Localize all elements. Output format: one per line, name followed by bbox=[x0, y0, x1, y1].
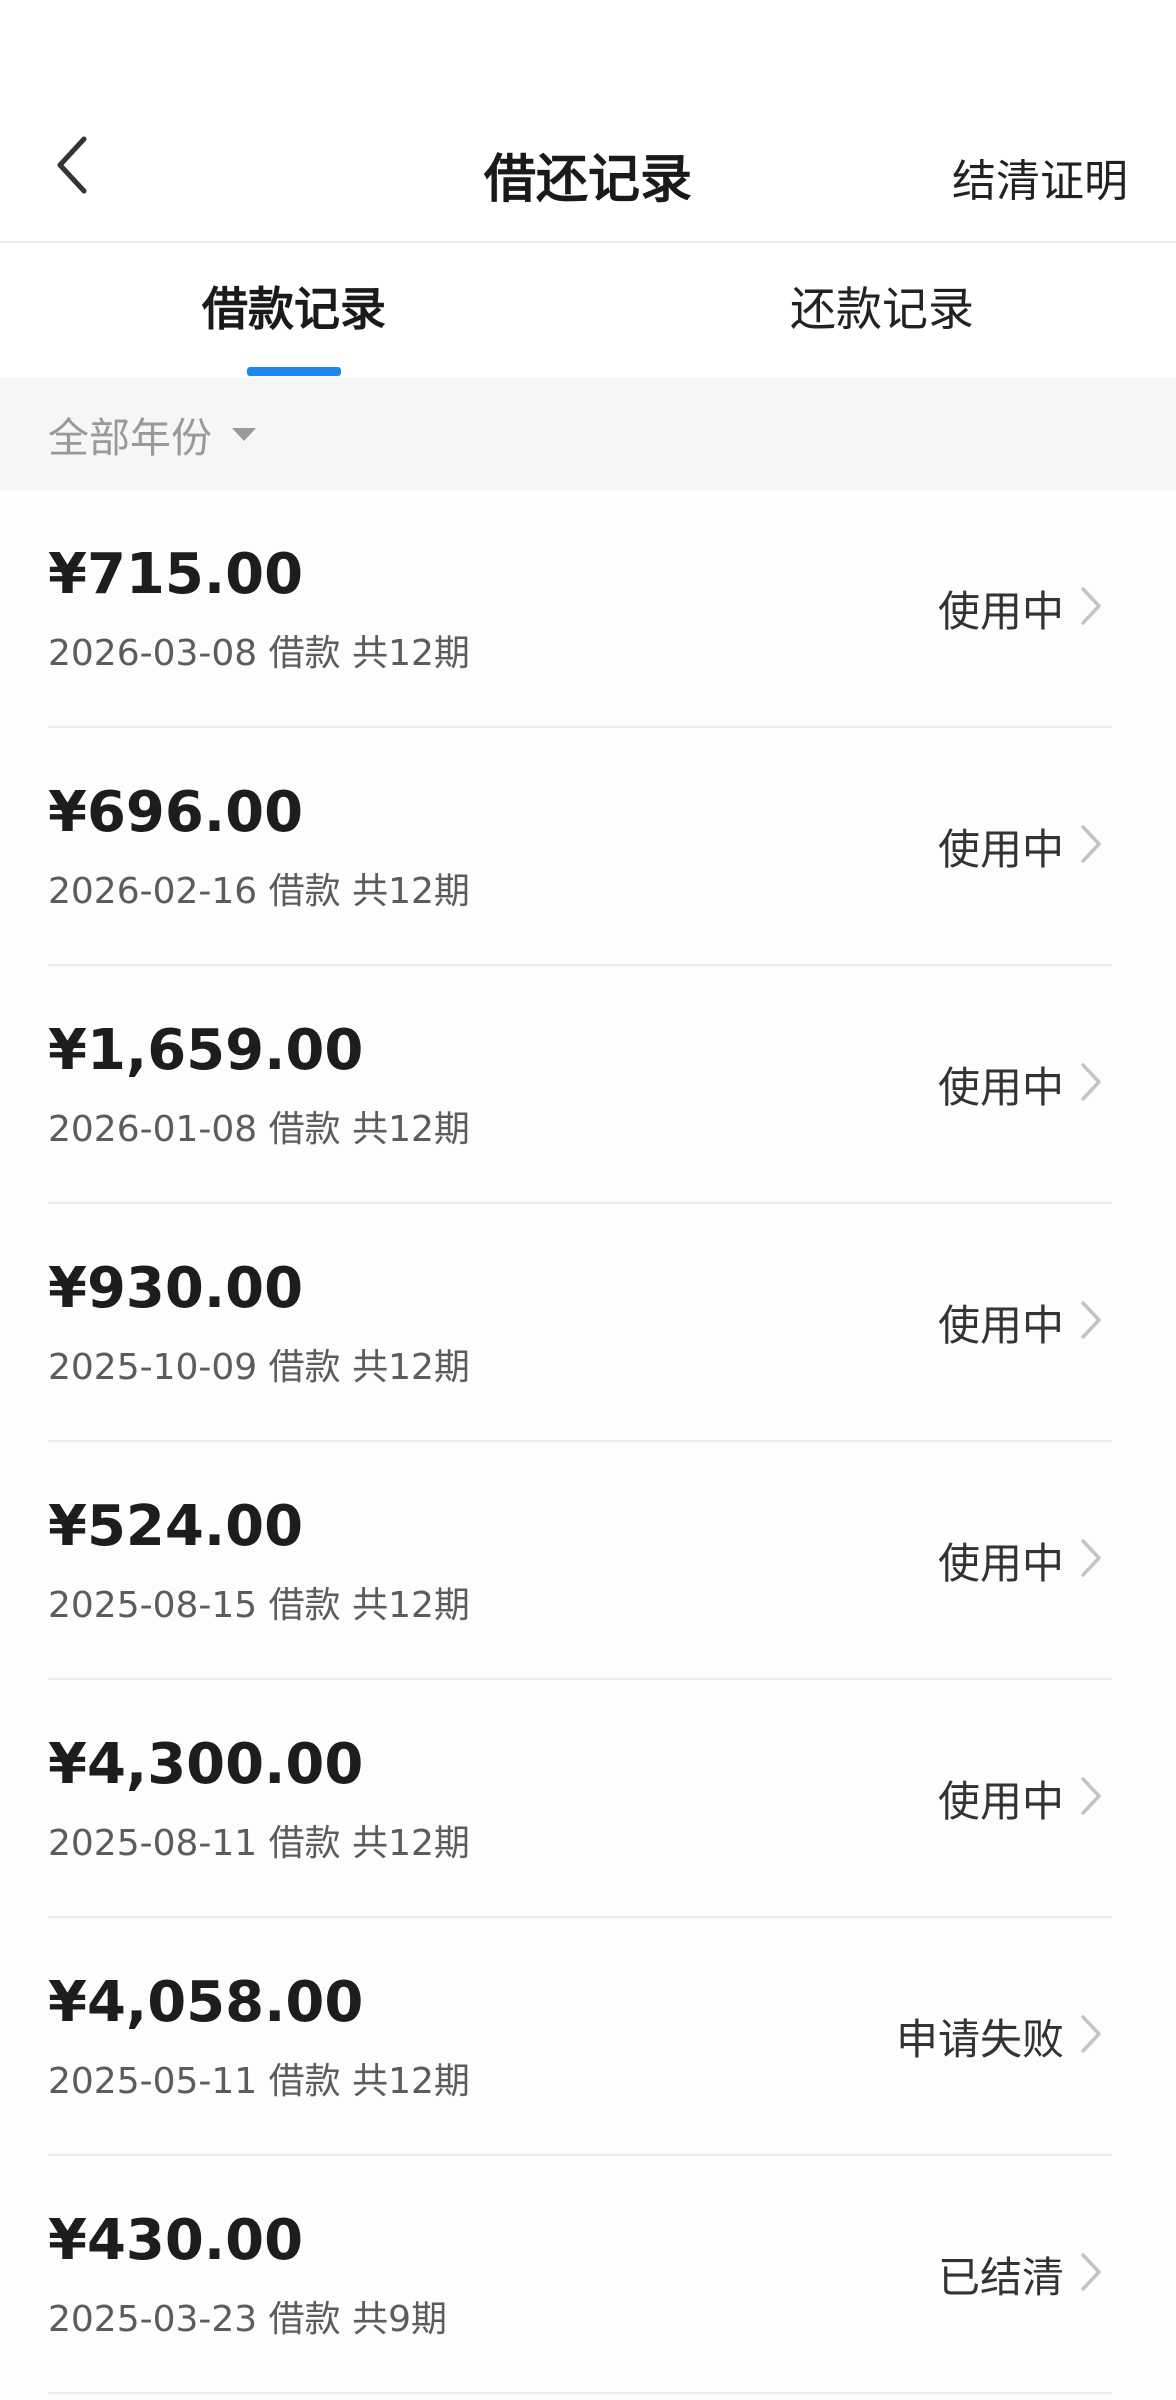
loan-details: 2026-01-08 借款 共12期 bbox=[48, 1109, 470, 1150]
tab-loan-records[interactable]: 借款记录 bbox=[0, 243, 588, 378]
loan-amount: ¥4,300.00 bbox=[48, 1732, 364, 1797]
chevron-right-icon bbox=[1076, 822, 1106, 866]
active-tab-indicator bbox=[247, 367, 341, 376]
chevron-right-icon bbox=[1076, 2250, 1106, 2294]
loan-details: 2025-08-15 借款 共12期 bbox=[48, 1585, 470, 1626]
loan-details: 2026-03-08 借款 共12期 bbox=[48, 633, 470, 674]
loan-status: 使用中 bbox=[937, 825, 1064, 874]
chevron-right-icon bbox=[1076, 1060, 1106, 1104]
loan-record-row[interactable]: ¥4,300.00 2025-08-11 借款 共12期 使用中 bbox=[48, 1680, 1112, 1918]
year-filter-label: 全部年份 bbox=[48, 414, 212, 462]
back-button[interactable] bbox=[42, 135, 102, 195]
loan-amount: ¥696.00 bbox=[48, 780, 304, 845]
loan-details: 2025-08-11 借款 共12期 bbox=[48, 1823, 470, 1864]
loan-amount: ¥524.00 bbox=[48, 1494, 304, 1559]
loan-status: 使用中 bbox=[937, 587, 1064, 636]
chevron-right-icon bbox=[1076, 1536, 1106, 1580]
loan-status: 已结清 bbox=[937, 2253, 1064, 2302]
status-bar bbox=[0, 0, 1176, 95]
loan-record-row[interactable]: ¥696.00 2026-02-16 借款 共12期 使用中 bbox=[48, 728, 1112, 966]
loan-status: 申请失败 bbox=[895, 2015, 1064, 2064]
tab-label: 借款记录 bbox=[202, 282, 386, 336]
loan-amount: ¥4,058.00 bbox=[48, 1970, 364, 2035]
caret-down-icon bbox=[232, 427, 256, 441]
loan-details: 2025-05-11 借款 共12期 bbox=[48, 2061, 470, 2102]
settlement-certificate-link[interactable]: 结清证明 bbox=[952, 145, 1128, 209]
loan-details: 2025-03-23 借款 共9期 bbox=[48, 2299, 448, 2340]
loan-status: 使用中 bbox=[937, 1777, 1064, 1826]
loan-record-row[interactable]: ¥524.00 2025-08-15 借款 共12期 使用中 bbox=[48, 1442, 1112, 1680]
loan-details: 2026-02-16 借款 共12期 bbox=[48, 871, 470, 912]
loan-amount: ¥1,659.00 bbox=[48, 1018, 364, 1083]
loan-record-row[interactable]: ¥430.00 2025-03-23 借款 共9期 已结清 bbox=[48, 2156, 1112, 2394]
filter-bar: 全部年份 bbox=[0, 378, 1176, 490]
year-filter-dropdown[interactable]: 全部年份 bbox=[48, 404, 256, 464]
loan-details: 2025-10-09 借款 共12期 bbox=[48, 1347, 470, 1388]
chevron-right-icon bbox=[1076, 2012, 1106, 2056]
tab-repayment-records[interactable]: 还款记录 bbox=[588, 243, 1176, 378]
loan-record-row[interactable]: ¥930.00 2025-10-09 借款 共12期 使用中 bbox=[48, 1204, 1112, 1442]
loan-record-row[interactable]: ¥1,659.00 2026-01-08 借款 共12期 使用中 bbox=[48, 966, 1112, 1204]
loan-status: 使用中 bbox=[937, 1063, 1064, 1112]
loan-amount: ¥715.00 bbox=[48, 542, 304, 607]
chevron-right-icon bbox=[1076, 1774, 1106, 1818]
loan-record-list: ¥715.00 2026-03-08 借款 共12期 使用中 ¥696.00 2… bbox=[0, 490, 1176, 2394]
loan-amount: ¥430.00 bbox=[48, 2208, 304, 2273]
chevron-right-icon bbox=[1076, 1298, 1106, 1342]
loan-amount: ¥930.00 bbox=[48, 1256, 304, 1321]
chevron-left-icon bbox=[57, 136, 87, 194]
chevron-right-icon bbox=[1076, 584, 1106, 628]
tab-label: 还款记录 bbox=[790, 282, 974, 336]
tab-bar: 借款记录 还款记录 bbox=[0, 243, 1176, 378]
loan-record-row[interactable]: ¥715.00 2026-03-08 借款 共12期 使用中 bbox=[48, 490, 1112, 728]
loan-status: 使用中 bbox=[937, 1301, 1064, 1350]
loan-record-row[interactable]: ¥4,058.00 2025-05-11 借款 共12期 申请失败 bbox=[48, 1918, 1112, 2156]
loan-status: 使用中 bbox=[937, 1539, 1064, 1588]
nav-bar: 借还记录 结清证明 bbox=[0, 95, 1176, 243]
